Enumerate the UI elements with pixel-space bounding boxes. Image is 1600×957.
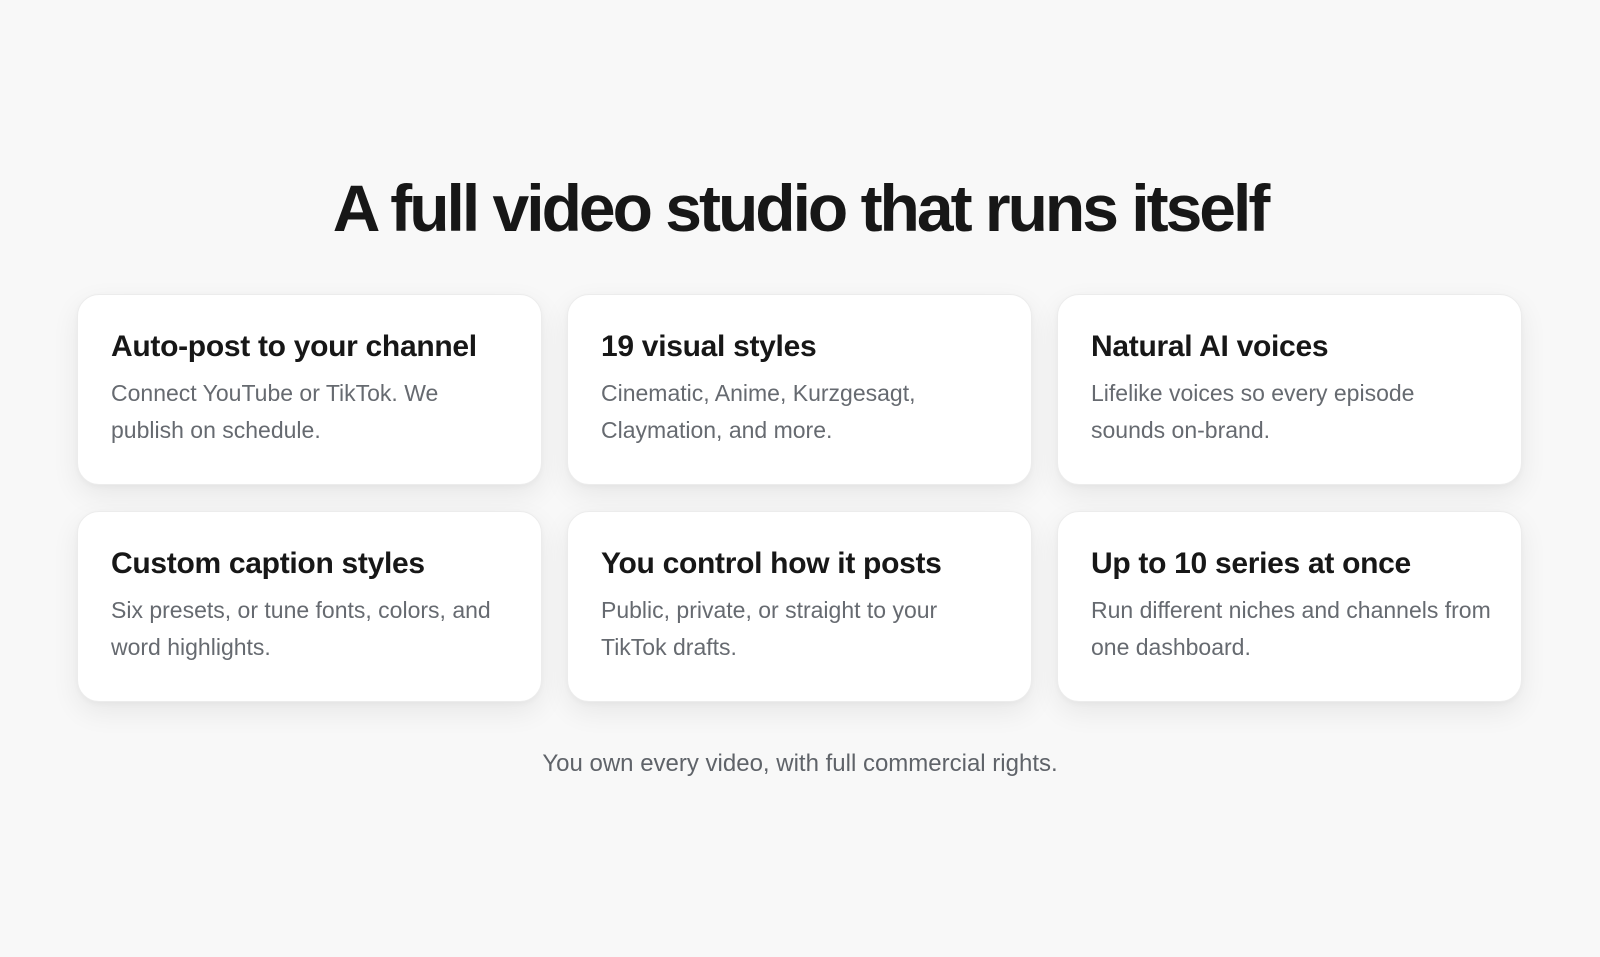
feature-title: Up to 10 series at once — [1091, 547, 1411, 580]
feature-card-visual-styles: 19 visual styles Cinematic, Anime, Kurzg… — [567, 294, 1032, 485]
commercial-rights-note: You own every video, with full commercia… — [542, 750, 1058, 777]
feature-description: Public, private, or straight to your Tik… — [601, 597, 938, 660]
feature-title: 19 visual styles — [601, 330, 817, 363]
feature-title: Custom caption styles — [111, 547, 425, 580]
feature-description: Lifelike voices so every episode sounds … — [1091, 380, 1415, 443]
feature-title: Auto-post to your channel — [111, 330, 477, 363]
feature-card-ai-voices: Natural AI voices Lifelike voices so eve… — [1057, 294, 1522, 485]
feature-title: Natural AI voices — [1091, 330, 1329, 363]
section-headline: A full video studio that runs itself — [332, 171, 1271, 245]
feature-card-auto-post: Auto-post to your channel Connect YouTub… — [77, 294, 542, 485]
feature-description: Six presets, or tune fonts, colors, and … — [111, 597, 491, 660]
feature-title: You control how it posts — [601, 547, 942, 580]
feature-description: Connect YouTube or TikTok. We publish on… — [111, 380, 439, 443]
feature-card-multiple-series: Up to 10 series at once Run different ni… — [1057, 511, 1522, 702]
feature-card-caption-styles: Custom caption styles Six presets, or tu… — [77, 511, 542, 702]
features-section: A full video studio that runs itself Aut… — [0, 0, 1600, 957]
feature-card-post-control: You control how it posts Public, private… — [567, 511, 1032, 702]
feature-description: Cinematic, Anime, Kurzgesagt, Claymation… — [601, 380, 916, 443]
feature-grid: Auto-post to your channel Connect YouTub… — [77, 294, 1523, 702]
feature-description: Run different niches and channels from o… — [1091, 597, 1491, 660]
